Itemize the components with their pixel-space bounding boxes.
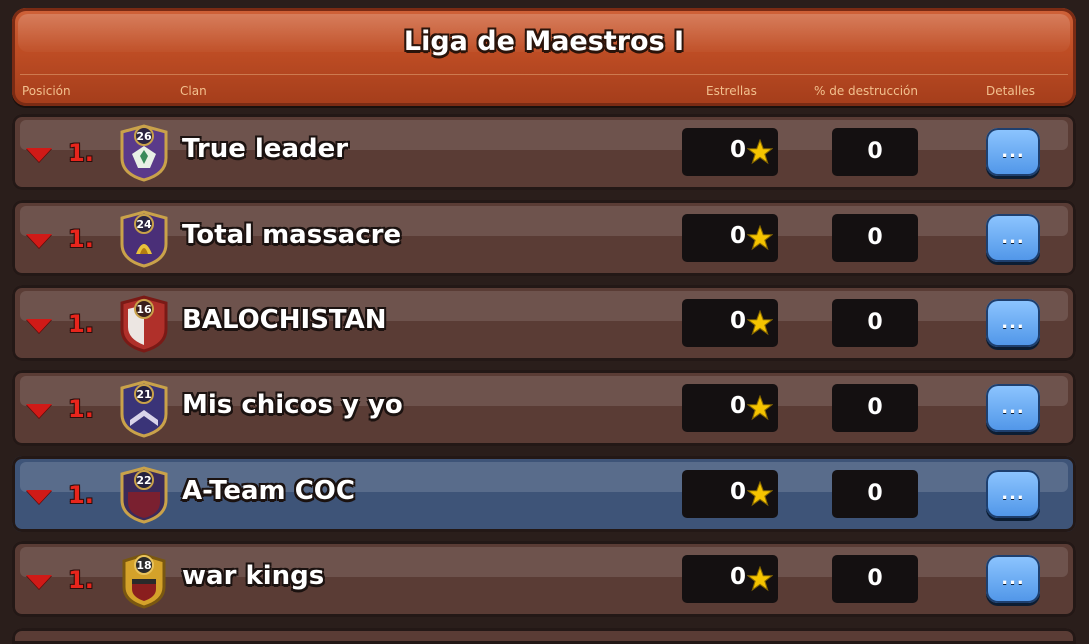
clan-name[interactable]: True leader bbox=[182, 134, 348, 164]
stars-box: 0 bbox=[682, 299, 778, 347]
clan-badge-icon: 18 bbox=[122, 553, 166, 609]
badge-level: 26 bbox=[136, 130, 152, 143]
ellipsis-icon: ... bbox=[1001, 483, 1025, 504]
star-icon bbox=[747, 225, 773, 251]
clan-row: 1. 18 war kings 0 0 ... bbox=[12, 541, 1076, 617]
details-button[interactable]: ... bbox=[986, 299, 1040, 347]
clan-row: 1. 16 BALOCHISTAN 0 0 ... bbox=[12, 285, 1076, 361]
star-icon bbox=[747, 566, 773, 592]
down-arrow-icon bbox=[26, 319, 52, 333]
star-icon bbox=[747, 481, 773, 507]
details-button[interactable]: ... bbox=[986, 214, 1040, 262]
destruction-value: 0 bbox=[867, 139, 883, 164]
stars-value: 0 bbox=[729, 223, 746, 249]
column-destruction: % de destrucción bbox=[814, 84, 919, 98]
rank: 1. bbox=[68, 139, 94, 167]
destruction-box: 0 bbox=[832, 555, 918, 603]
clan-name[interactable]: BALOCHISTAN bbox=[182, 305, 387, 335]
ellipsis-icon: ... bbox=[1001, 141, 1025, 162]
badge-level: 24 bbox=[136, 218, 152, 231]
stars-box: 0 bbox=[682, 555, 778, 603]
rank: 1. bbox=[68, 395, 94, 423]
clan-badge-icon: 26 bbox=[120, 124, 168, 182]
clan-row: 1. 21 Mis chicos y yo 0 0 ... bbox=[12, 370, 1076, 446]
stars-box: 0 bbox=[682, 384, 778, 432]
column-position: Posición bbox=[22, 84, 71, 98]
stars-value: 0 bbox=[729, 479, 746, 505]
stars-box: 0 bbox=[682, 128, 778, 176]
rank: 1. bbox=[68, 310, 94, 338]
rank: 1. bbox=[68, 481, 94, 509]
destruction-box: 0 bbox=[832, 299, 918, 347]
ellipsis-icon: ... bbox=[1001, 568, 1025, 589]
column-clan: Clan bbox=[180, 84, 207, 98]
destruction-value: 0 bbox=[867, 395, 883, 420]
details-button[interactable]: ... bbox=[986, 384, 1040, 432]
ellipsis-icon: ... bbox=[1001, 312, 1025, 333]
badge-level: 22 bbox=[136, 474, 151, 487]
clan-badge-icon: 21 bbox=[120, 380, 168, 438]
star-icon bbox=[747, 395, 773, 421]
column-stars: Estrellas bbox=[706, 84, 757, 98]
star-icon bbox=[747, 310, 773, 336]
destruction-value: 0 bbox=[867, 225, 883, 250]
ellipsis-icon: ... bbox=[1001, 227, 1025, 248]
clan-name[interactable]: Mis chicos y yo bbox=[182, 390, 403, 420]
clan-row-highlighted: 1. 22 A-Team COC 0 0 ... bbox=[12, 456, 1076, 532]
stars-box: 0 bbox=[682, 214, 778, 262]
destruction-value: 0 bbox=[867, 310, 883, 335]
details-button[interactable]: ... bbox=[986, 555, 1040, 603]
destruction-box: 0 bbox=[832, 128, 918, 176]
details-button[interactable]: ... bbox=[986, 128, 1040, 176]
details-button[interactable]: ... bbox=[986, 470, 1040, 518]
stars-value: 0 bbox=[729, 137, 746, 163]
stars-value: 0 bbox=[729, 564, 746, 590]
down-arrow-icon bbox=[26, 404, 52, 418]
down-arrow-icon bbox=[26, 148, 52, 162]
destruction-box: 0 bbox=[832, 214, 918, 262]
destruction-value: 0 bbox=[867, 481, 883, 506]
star-icon bbox=[747, 139, 773, 165]
stars-box: 0 bbox=[682, 470, 778, 518]
clan-badge-icon: 16 bbox=[120, 295, 168, 353]
clan-name[interactable]: Total massacre bbox=[182, 220, 401, 250]
column-details: Detalles bbox=[986, 84, 1035, 98]
clan-row: 1. 24 Total massacre 0 0 ... bbox=[12, 200, 1076, 276]
header-divider bbox=[20, 74, 1068, 75]
league-header: Liga de Maestros I Posición Clan Estrell… bbox=[12, 8, 1076, 106]
down-arrow-icon bbox=[26, 234, 52, 248]
down-arrow-icon bbox=[26, 490, 52, 504]
clan-name[interactable]: A-Team COC bbox=[182, 476, 355, 506]
clan-badge-icon: 24 bbox=[120, 210, 168, 268]
war-league-panel: Liga de Maestros I Posición Clan Estrell… bbox=[0, 0, 1089, 644]
badge-level: 21 bbox=[136, 388, 151, 401]
down-arrow-icon bbox=[26, 575, 52, 589]
destruction-value: 0 bbox=[867, 566, 883, 591]
stars-value: 0 bbox=[729, 308, 746, 334]
rank: 1. bbox=[68, 225, 94, 253]
clan-row: 1. 26 True leader 0 0 ... bbox=[12, 114, 1076, 190]
badge-level: 18 bbox=[136, 559, 151, 572]
clan-name[interactable]: war kings bbox=[182, 561, 324, 591]
clan-badge-icon: 22 bbox=[120, 466, 168, 524]
next-row-partial bbox=[12, 628, 1076, 644]
stars-value: 0 bbox=[729, 393, 746, 419]
badge-level: 16 bbox=[136, 303, 152, 316]
destruction-box: 0 bbox=[832, 470, 918, 518]
rank: 1. bbox=[68, 566, 94, 594]
destruction-box: 0 bbox=[832, 384, 918, 432]
ellipsis-icon: ... bbox=[1001, 397, 1025, 418]
league-title: Liga de Maestros I bbox=[403, 26, 685, 57]
